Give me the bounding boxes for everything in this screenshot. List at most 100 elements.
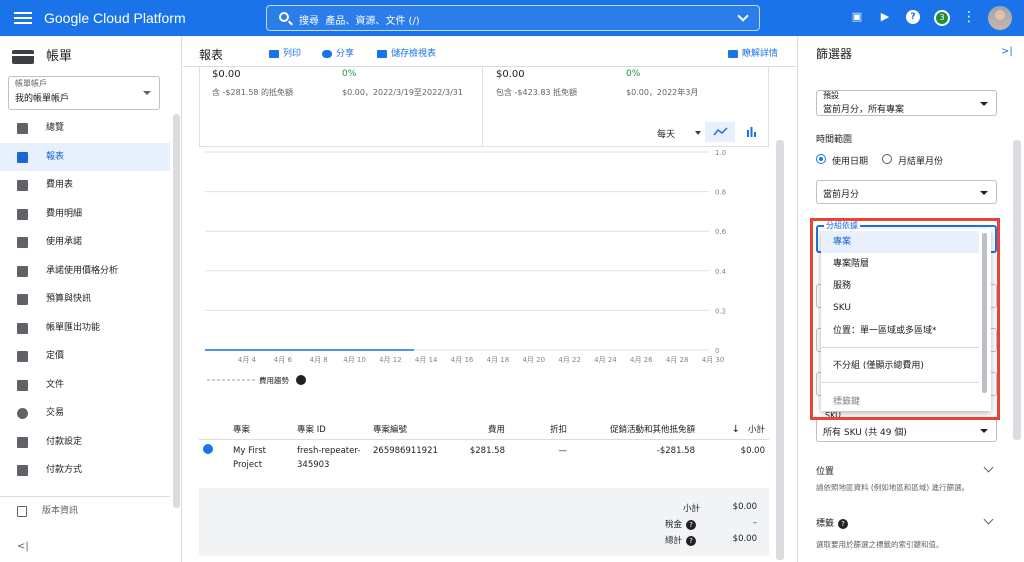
share-button[interactable]: 分享 — [322, 46, 354, 59]
save-view-button[interactable]: 儲存檢視表 — [377, 46, 436, 59]
preset-select[interactable]: 預設 當前月分，所有專案 — [816, 90, 997, 116]
cell-subtotal: $0.00 — [740, 445, 765, 456]
help-icon[interactable]: ? — [686, 519, 697, 530]
sidebar-item-billing-export[interactable]: 帳單匯出功能 — [0, 314, 170, 343]
dropdown-arrow-icon — [980, 102, 988, 106]
radio-usage-date[interactable] — [816, 154, 826, 164]
col-subtotal[interactable]: ↓ 小計 — [699, 419, 769, 440]
sidebar-item-label: 文件 — [46, 379, 65, 390]
sidebar-item-payment-method[interactable]: 付款方式 — [0, 456, 170, 485]
sidebar-item-cost-breakdown[interactable]: 費用明細 — [0, 200, 170, 229]
help-icon[interactable]: ? — [686, 535, 697, 546]
location-title[interactable]: 位置 — [816, 464, 834, 477]
table-header-row: 專案 專案 ID 專案編號 費用 折扣 促銷活動和其他抵免額 ↓ 小計 — [199, 419, 769, 440]
sidebar-item-documents[interactable]: 文件 — [0, 371, 170, 400]
tax-value: – — [752, 518, 757, 528]
table-icon — [17, 180, 28, 191]
chevron-down-icon[interactable] — [983, 462, 994, 473]
sidebar-item-overview[interactable]: 總覽 — [0, 114, 170, 143]
avatar[interactable] — [988, 6, 1012, 30]
bar-chart-toggle-icon — [747, 127, 756, 137]
billing-account-select[interactable]: 帳單帳戶 我的帳單帳戶 — [8, 76, 160, 110]
sku-select[interactable]: SKU 所有 SKU (共 49 個) — [816, 411, 997, 442]
col-project[interactable]: 專案 — [229, 419, 293, 440]
learn-more-button[interactable]: 瞭解詳情 — [728, 46, 778, 59]
sidebar-item-commitments[interactable]: 使用承諾 — [0, 228, 170, 257]
y-tick-label: 0 — [715, 347, 719, 355]
bar-chart-button[interactable] — [741, 122, 761, 142]
preset-value: 當前月分，所有專案 — [823, 105, 905, 115]
analysis-icon — [17, 265, 28, 277]
gift-icon[interactable]: ▣ — [850, 10, 864, 24]
sidebar-item-pricing[interactable]: 定價 — [0, 342, 170, 371]
x-tick-label: 4月 22 — [558, 356, 581, 364]
col-subtotal-label: 小計 — [747, 424, 765, 435]
labels-title[interactable]: 標籤 — [816, 519, 834, 529]
dropdown-arrow-icon — [980, 191, 988, 195]
col-discount[interactable]: 折扣 — [509, 419, 571, 440]
filters-scrollbar[interactable] — [1013, 140, 1021, 440]
chevron-down-icon[interactable] — [737, 10, 749, 22]
sidebar-scrollbar[interactable] — [173, 114, 180, 508]
help-icon[interactable]: ? — [906, 10, 920, 24]
cell-project: My First Project — [233, 445, 266, 470]
sidebar-item-budgets[interactable]: 預算與快訊 — [0, 285, 170, 314]
sidebar-item-payment-settings[interactable]: 付款設定 — [0, 428, 170, 457]
main-scrollbar[interactable] — [776, 140, 784, 560]
release-notes-icon — [17, 506, 27, 517]
search-hint: 產品、資源、文件 (/) — [325, 16, 420, 27]
table-row[interactable]: My First Project fresh-repeater-345903 2… — [199, 439, 769, 476]
sidebar-item-cud-analysis[interactable]: 承諾使用價格分析 — [0, 257, 170, 286]
search-label: 搜尋 — [299, 16, 319, 27]
summary-left-amount: $0.00 — [212, 69, 241, 80]
x-tick-label: 4月 30 — [702, 356, 725, 364]
sidebar-item-label: 總覽 — [46, 123, 65, 133]
total-value: $0.00 — [732, 534, 757, 544]
month-select[interactable]: 當前月分 — [816, 180, 997, 204]
col-cost[interactable]: 費用 — [459, 419, 509, 440]
collapse-sidebar-button[interactable]: <| — [17, 541, 29, 552]
sidebar-item-label: 交易 — [46, 408, 65, 418]
x-tick-label: 4月 26 — [630, 356, 653, 364]
legend-label: 費用趨勢 — [259, 375, 289, 385]
x-tick-label: 4月 12 — [379, 356, 402, 364]
x-tick-label: 4月 8 — [310, 356, 328, 364]
brand-title[interactable]: Google Cloud Platform — [44, 10, 186, 26]
y-tick-label: 0.8 — [715, 189, 726, 197]
help-icon[interactable]: ? — [838, 518, 849, 529]
radio-invoice-month[interactable] — [882, 154, 892, 164]
notification-badge[interactable]: 3 — [934, 10, 950, 26]
month-value: 當前月分 — [823, 190, 860, 200]
y-tick-label: 0.2 — [715, 307, 726, 315]
radio-usage-date-label: 使用日期 — [832, 157, 869, 167]
search-input[interactable]: 搜尋 產品、資源、文件 (/) — [266, 5, 760, 31]
col-project-id[interactable]: 專案 ID — [293, 419, 369, 440]
col-credits[interactable]: 促銷活動和其他抵免額 — [571, 419, 699, 440]
sidebar-item-cost-table[interactable]: 費用表 — [0, 171, 170, 200]
sidebar-item-label: 使用承諾 — [46, 237, 83, 247]
subtotal-value: $0.00 — [732, 502, 757, 512]
col-project-number[interactable]: 專案編號 — [369, 419, 459, 440]
granularity-select[interactable]: 每天 — [657, 127, 675, 140]
cost-trend-chart: 0 0.2 0.4 0.6 0.8 1.0 4月 4 4月 6 4月 8 4月 10 4月 12 4月… — [205, 149, 727, 385]
release-notes-link[interactable]: 版本資訊 — [0, 496, 170, 524]
chevron-down-icon[interactable] — [983, 514, 994, 525]
summary-left-period: $0.00，2022/3/19至2022/3/31 — [342, 88, 463, 97]
more-vert-icon[interactable]: ⋮ — [962, 10, 976, 24]
sidebar-item-label: 定價 — [46, 351, 65, 361]
legend-help-icon[interactable] — [296, 375, 306, 385]
print-button[interactable]: 列印 — [269, 46, 301, 59]
collapse-panel-button[interactable]: >| — [1001, 46, 1013, 57]
line-chart-button[interactable] — [705, 122, 735, 142]
sidebar-item-transactions[interactable]: 交易 — [0, 399, 170, 428]
summary-right-amount: $0.00 — [496, 69, 525, 80]
terminal-icon[interactable]: ▶ — [878, 10, 892, 24]
menu-icon[interactable] — [14, 9, 32, 27]
sidebar-item-reports[interactable]: 報表 — [0, 142, 170, 171]
sidebar-item-label: 付款設定 — [46, 436, 83, 447]
billing-account-label: 帳單帳戶 — [15, 79, 47, 88]
documents-icon — [17, 379, 28, 391]
credit-card-icon — [17, 465, 28, 476]
person-icon — [17, 436, 28, 448]
highlight-box — [810, 218, 1000, 420]
